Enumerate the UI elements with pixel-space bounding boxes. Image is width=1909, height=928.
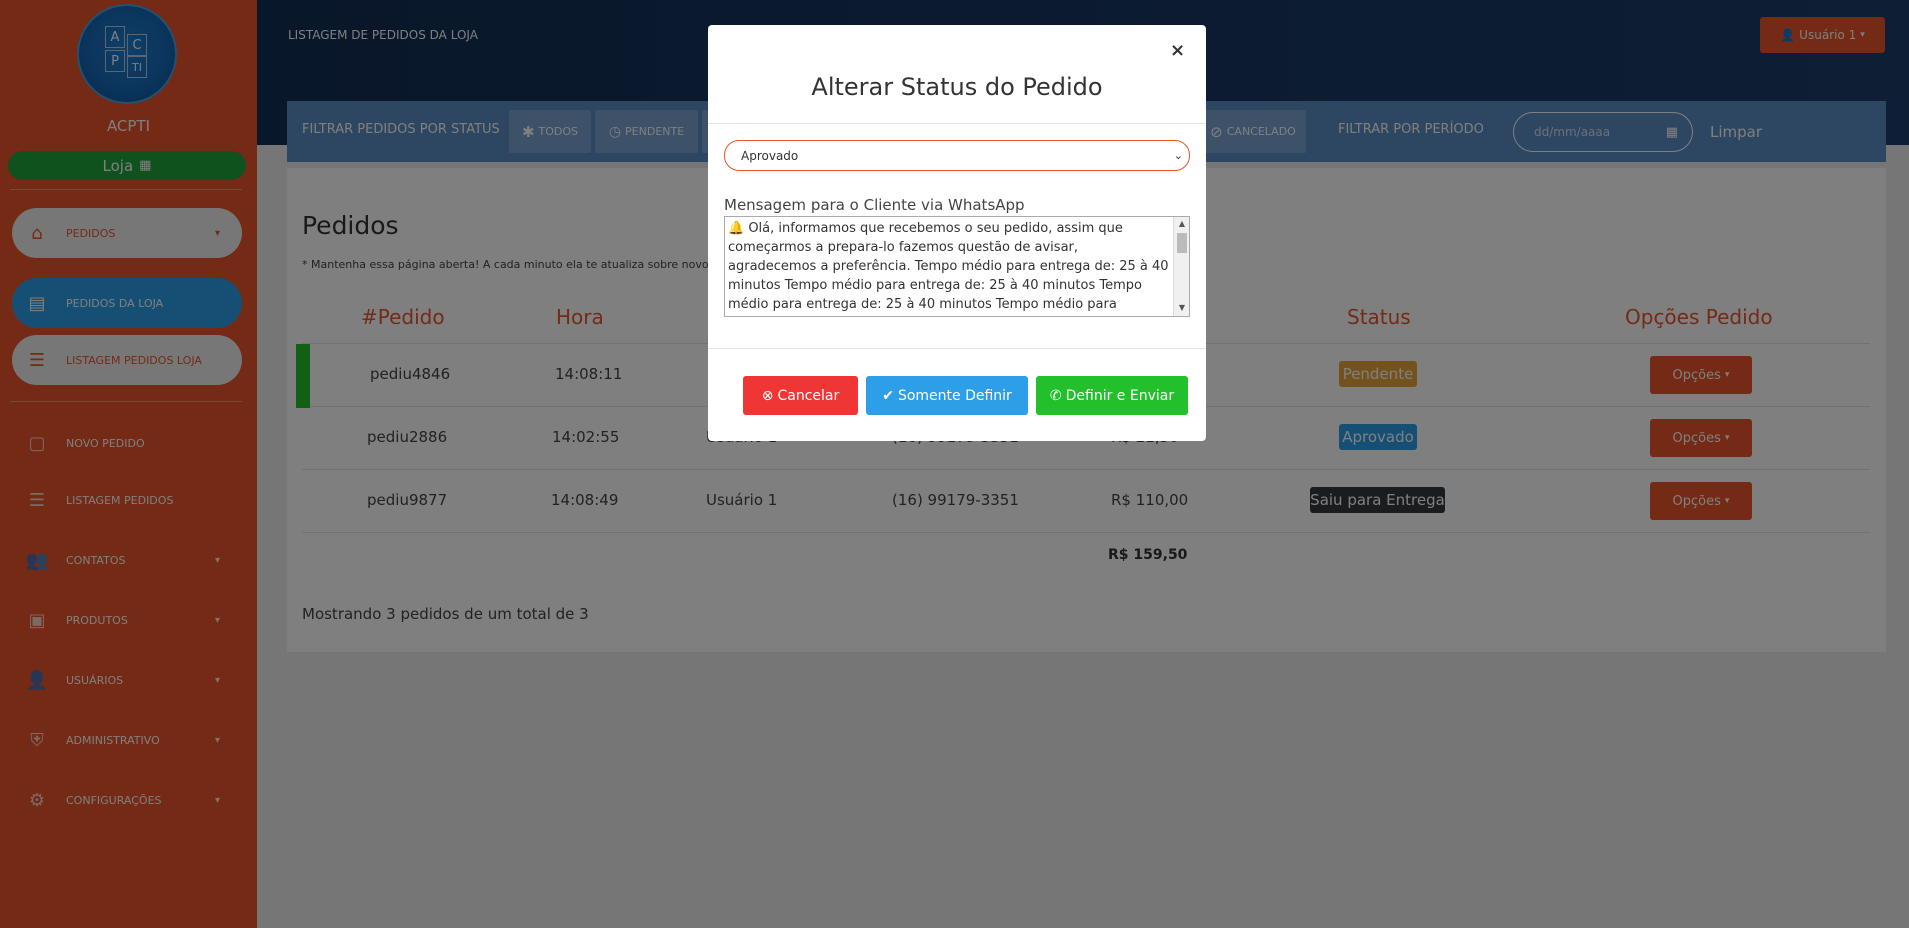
message-textarea[interactable]: 🔔 Olá, informamos que recebemos o seu pe… bbox=[724, 216, 1190, 317]
modal-title: Alterar Status do Pedido bbox=[811, 73, 1103, 101]
whatsapp-icon: ✆ bbox=[1049, 387, 1062, 404]
check-circle-icon: ✔ bbox=[882, 387, 894, 404]
close-icon[interactable]: × bbox=[1170, 40, 1185, 61]
set-and-send-button[interactable]: ✆ Definir e Enviar bbox=[1036, 376, 1188, 415]
status-select[interactable]: Aprovado ⌄ bbox=[724, 140, 1190, 171]
message-text: 🔔 Olá, informamos que recebemos o seu pe… bbox=[728, 221, 1169, 312]
set-only-button[interactable]: ✔ Somente Definir bbox=[866, 376, 1028, 415]
message-label: Mensagem para o Cliente via WhatsApp bbox=[724, 196, 1025, 214]
set-and-send-label: Definir e Enviar bbox=[1065, 387, 1175, 404]
times-circle-icon: ⊗ bbox=[761, 387, 774, 404]
modal-divider bbox=[708, 348, 1206, 349]
status-select-value: Aprovado bbox=[741, 148, 799, 163]
set-only-label: Somente Definir bbox=[897, 387, 1012, 404]
modal-divider bbox=[708, 123, 1206, 124]
scroll-down-icon[interactable]: ▼ bbox=[1174, 303, 1189, 312]
cancel-label: Cancelar bbox=[777, 387, 840, 404]
scroll-up-icon[interactable]: ▲ bbox=[1174, 219, 1189, 228]
scrollbar[interactable]: ▲ ▼ bbox=[1173, 217, 1189, 316]
scrollbar-thumb[interactable] bbox=[1177, 233, 1187, 253]
chevron-down-icon: ⌄ bbox=[1173, 149, 1183, 162]
cancel-button[interactable]: ⊗ Cancelar bbox=[743, 376, 858, 415]
